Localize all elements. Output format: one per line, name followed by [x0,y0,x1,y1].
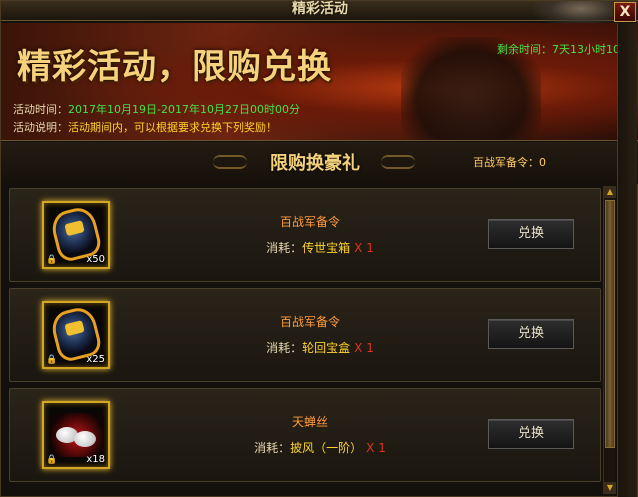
scroll-up-icon[interactable]: ▲ [604,186,616,198]
event-desc-label: 活动说明： [13,121,68,134]
cost-item: 传世宝箱 [302,241,351,255]
item-name: 百战军备令 [279,215,340,229]
cost-label: 消耗： [266,341,303,355]
ornament-right-icon [381,155,415,169]
item-slot[interactable]: 🔒 x50 [42,201,110,269]
lock-icon: 🔒 [46,355,58,365]
event-desc-value: 活动期间内，可以根据要求兑换下列奖励！ [68,121,277,134]
event-time-label: 活动时间： [13,103,68,116]
close-button[interactable]: X [614,2,636,22]
banner-title: 精彩活动，限购兑换 [17,47,332,87]
title-bar: 精彩活动 X [1,1,638,27]
item-name: 百战军备令 [279,315,340,329]
countdown-timer: 剩余时间：7天13小时10分 [497,43,631,56]
window-frame-right [617,23,637,497]
exchange-list: 🔒 x50 百战军备令 消耗：传世宝箱 X 1 兑换 🔒 x25 百战军备令 消耗… [5,186,603,494]
item-quantity: x25 [86,354,105,365]
cost-item: 轮回宝盒 [302,341,351,355]
event-time-value: 2017年10月19日-2017年10月27日00时00分 [68,103,300,116]
cost-multiplier: X 1 [354,341,374,355]
event-banner: 精彩活动，限购兑换 剩余时间：7天13小时10分 活动时间：2017年10月19… [1,23,638,141]
cost-multiplier: X 1 [366,441,386,455]
item-name: 天蝉丝 [291,415,328,429]
scroll-thumb[interactable] [605,200,615,448]
cost-label: 消耗： [254,441,291,455]
lock-icon: 🔒 [46,255,58,265]
scroll-down-icon[interactable]: ▼ [604,482,616,494]
exchange-row: 🔒 x50 百战军备令 消耗：传世宝箱 X 1 兑换 [9,188,601,282]
lock-icon: 🔒 [46,455,58,465]
event-time: 活动时间：2017年10月19日-2017年10月27日00时00分 [13,101,300,117]
token-count: 百战军备令：0 [473,156,546,169]
ornament-left-icon [213,155,247,169]
section-title: 限购换豪礼 [270,153,360,174]
cost-line: 消耗：披风（一阶） X 1 [220,439,420,456]
exchange-row: 🔒 x25 百战军备令 消耗：轮回宝盒 X 1 兑换 [9,288,601,382]
exchange-button[interactable]: 兑换 [488,419,574,449]
cost-line: 消耗：传世宝箱 X 1 [220,239,420,256]
event-window: 精彩活动 X 精彩活动，限购兑换 剩余时间：7天13小时10分 活动时间：201… [0,0,638,497]
item-quantity: x18 [86,454,105,465]
exchange-button[interactable]: 兑换 [488,219,574,249]
item-quantity: x50 [86,254,105,265]
exchange-button[interactable]: 兑换 [488,319,574,349]
event-description: 活动说明：活动期间内，可以根据要求兑换下列奖励！ [13,119,277,135]
cost-line: 消耗：轮回宝盒 X 1 [220,339,420,356]
cost-label: 消耗： [266,241,303,255]
exchange-row: 🔒 x18 天蝉丝 消耗：披风（一阶） X 1 兑换 [9,388,601,482]
item-slot[interactable]: 🔒 x25 [42,301,110,369]
cocoon-shape [74,431,96,447]
list-scrollbar[interactable]: ▲ ▼ [603,186,616,494]
silk-cocoon-icon [50,413,104,457]
item-slot[interactable]: 🔒 x18 [42,401,110,469]
cost-multiplier: X 1 [354,241,374,255]
cost-item: 披风（一阶） [290,441,363,455]
